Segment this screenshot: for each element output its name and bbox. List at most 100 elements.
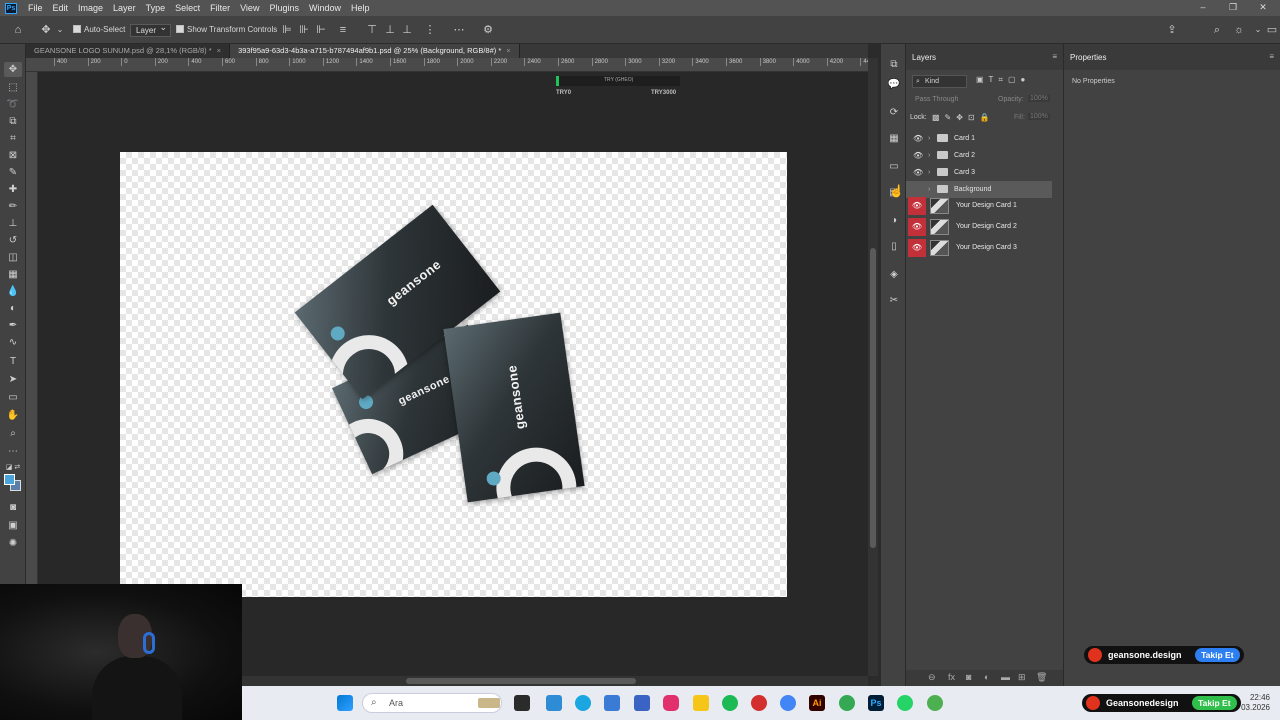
menu-type[interactable]: Type xyxy=(141,3,171,13)
layer-group-card-2[interactable]: 👁 › Card 2 xyxy=(906,147,1052,164)
menu-view[interactable]: View xyxy=(235,3,264,13)
properties-tab[interactable]: Properties xyxy=(1070,53,1106,62)
store-icon[interactable] xyxy=(604,695,620,711)
menu-plugins[interactable]: Plugins xyxy=(264,3,304,13)
show-transform-check-icon[interactable] xyxy=(176,25,184,33)
clone-stamp-tool-icon[interactable]: ⊥ xyxy=(4,216,22,231)
tab-active-document[interactable]: 393f95a9-63d3-4b3a-a715-b787494af9b1.psd… xyxy=(230,44,520,58)
search-highlight-icon[interactable] xyxy=(478,698,500,708)
layer-your-design-card-3[interactable]: 👁 Your Design Card 3 xyxy=(906,238,1052,258)
visibility-eye-icon[interactable]: 👁 xyxy=(913,147,923,164)
visibility-eye-icon[interactable]: 👁 xyxy=(908,239,926,257)
gradient-tool-icon[interactable]: ▦ xyxy=(4,267,22,282)
menu-window[interactable]: Window xyxy=(304,3,346,13)
horizontal-scroll-thumb[interactable] xyxy=(406,678,636,684)
layer-your-design-card-2[interactable]: 👁 Your Design Card 2 xyxy=(906,217,1052,237)
delete-layer-icon[interactable]: 🗑 xyxy=(1036,672,1047,683)
link-layers-icon[interactable]: ⊖ xyxy=(928,672,936,683)
business-card-3[interactable]: geansone xyxy=(443,312,585,503)
menu-file[interactable]: File xyxy=(23,3,48,13)
settings-gear-icon[interactable]: ⚙ xyxy=(481,16,495,44)
brightness-icon[interactable]: ☼ xyxy=(1232,16,1246,44)
follow-button[interactable]: Takip Et xyxy=(1195,648,1240,662)
object-select-tool-icon[interactable]: ⧉ xyxy=(4,114,22,129)
search-icon[interactable]: ⌕ xyxy=(1210,16,1224,44)
channels-panel-icon[interactable]: ◈ xyxy=(887,268,901,282)
comments-panel-icon[interactable]: 💬 xyxy=(887,78,901,92)
gradients-panel-icon[interactable]: ▭ xyxy=(887,160,901,174)
close-tab-icon[interactable]: × xyxy=(217,46,221,55)
visibility-eye-icon[interactable]: 👁 xyxy=(908,197,926,215)
visibility-eye-icon[interactable]: 👁 xyxy=(908,218,926,236)
start-windows-icon[interactable] xyxy=(337,695,353,711)
layer-style-icon[interactable]: fx xyxy=(948,672,955,682)
layer-filter-icons[interactable]: ▣T⌗▢● xyxy=(976,75,1030,85)
chrome-alt-icon[interactable] xyxy=(927,695,943,711)
widgets-icon[interactable] xyxy=(546,695,562,711)
opacity-input[interactable]: 100% xyxy=(1028,95,1050,102)
move-tool-icon[interactable]: ✥ xyxy=(38,16,54,44)
whatsapp-icon[interactable] xyxy=(897,695,913,711)
align-top-icon[interactable]: ⊤ xyxy=(366,16,378,44)
auto-select-checkbox[interactable]: Auto-Select xyxy=(73,16,125,44)
align-bottom-icon[interactable]: ⊥ xyxy=(401,16,413,44)
distribute-icon[interactable]: ≡ xyxy=(337,16,349,44)
expand-chevron-icon[interactable]: › xyxy=(928,147,930,164)
photoshop-taskbar-icon[interactable]: Ps xyxy=(868,695,884,711)
3d-panel-icon[interactable]: ⟳ xyxy=(887,106,901,120)
more-options-icon[interactable]: ⋯ xyxy=(452,16,466,44)
home-icon[interactable]: ⌂ xyxy=(10,16,26,44)
screen-mode-icon[interactable]: ▣ xyxy=(4,518,22,533)
blend-mode-dropdown[interactable]: Pass Through xyxy=(915,96,958,103)
chrome-icon[interactable] xyxy=(780,695,796,711)
add-mask-icon[interactable]: ◙ xyxy=(966,672,971,682)
layers-panel-menu-icon[interactable]: ≡ xyxy=(1052,52,1057,61)
pen-tool-icon[interactable]: ✒ xyxy=(4,318,22,333)
distribute-vertical-icon[interactable]: ⋮ xyxy=(424,16,436,44)
hand-tool-icon[interactable]: ✋ xyxy=(4,408,22,423)
edit-toolbar-icon[interactable]: ⋯ xyxy=(4,444,22,459)
crop-tool-icon[interactable]: ⌗ xyxy=(4,131,22,146)
align-right-icon[interactable]: ⊩ xyxy=(315,16,327,44)
spotify-icon[interactable] xyxy=(722,695,738,711)
align-middle-icon[interactable]: ⊥ xyxy=(384,16,396,44)
menu-layer[interactable]: Layer xyxy=(108,3,141,13)
menu-filter[interactable]: Filter xyxy=(205,3,235,13)
dodge-tool-icon[interactable]: ◐ xyxy=(4,301,22,316)
expand-chevron-icon[interactable]: › xyxy=(928,164,930,181)
vertical-scroll-thumb[interactable] xyxy=(870,248,876,548)
lock-icons[interactable]: ▩✎✥⊡🔒 xyxy=(932,113,995,122)
document-canvas[interactable]: geansone geansone geansone xyxy=(120,152,787,597)
default-colors-icon[interactable]: ◪ ⇄ xyxy=(4,460,22,475)
paths-panel-icon[interactable]: ✂ xyxy=(887,294,901,308)
illustrator-icon[interactable]: Ai xyxy=(809,695,825,711)
eyedropper-tool-icon[interactable]: ✎ xyxy=(4,165,22,180)
history-brush-tool-icon[interactable]: ↺ xyxy=(4,233,22,248)
share-icon[interactable]: ⇪ xyxy=(1164,16,1180,44)
history-panel-icon[interactable]: ⧉ xyxy=(887,58,901,72)
close-tab-icon[interactable]: × xyxy=(506,46,510,55)
menu-help[interactable]: Help xyxy=(346,3,375,13)
task-view-icon[interactable] xyxy=(514,695,530,711)
layers-tab[interactable]: Layers xyxy=(912,53,936,62)
instagram-icon[interactable] xyxy=(663,695,679,711)
properties-panel-menu-icon[interactable]: ≡ xyxy=(1269,52,1274,61)
mail-icon[interactable] xyxy=(634,695,650,711)
rectangle-tool-icon[interactable]: ▭ xyxy=(4,390,22,405)
layer-group-card-3[interactable]: 👁 › Card 3 xyxy=(906,164,1052,181)
vertical-scrollbar[interactable] xyxy=(868,58,878,676)
horizontal-ruler[interactable]: 400 200 0 200 400 600 800 1000 1200 1400 1600 1800 2… xyxy=(26,58,868,72)
foreground-color-swatch[interactable] xyxy=(4,474,15,485)
workspace-icon[interactable]: ▭ xyxy=(1266,16,1278,44)
libraries-panel-icon[interactable]: ▯ xyxy=(887,240,901,254)
align-center-icon[interactable]: ⊪ xyxy=(298,16,310,44)
new-layer-icon[interactable]: ⊞ xyxy=(1018,672,1026,683)
blur-tool-icon[interactable]: 💧 xyxy=(4,284,22,299)
new-group-icon[interactable]: ▬ xyxy=(1001,672,1010,682)
visibility-eye-icon[interactable]: 👁 xyxy=(913,130,923,147)
swatches-panel-icon[interactable]: ▦ xyxy=(887,132,901,146)
follow-button[interactable]: Takip Et xyxy=(1192,696,1237,710)
zoom-tool-icon[interactable]: ⌕ xyxy=(4,426,22,441)
menu-edit[interactable]: Edit xyxy=(48,3,74,13)
tab-geansone-logo[interactable]: GEANSONE LOGO SUNUM.psd @ 28,1% (RGB/8) … xyxy=(26,44,231,58)
